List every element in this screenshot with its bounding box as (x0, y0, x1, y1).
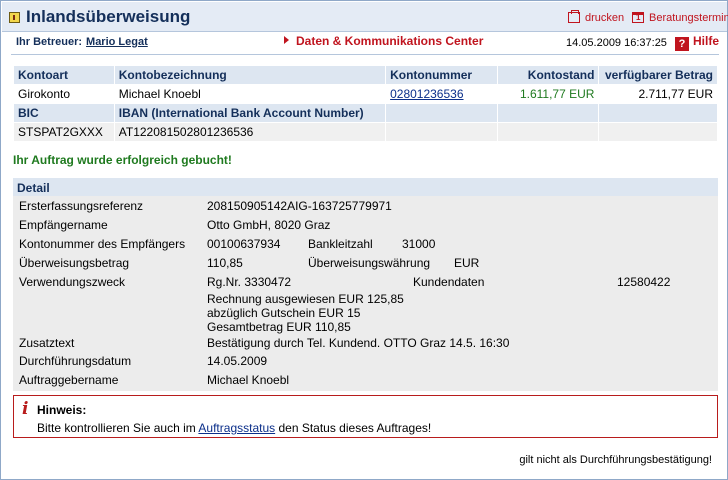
print-button[interactable]: drucken (568, 10, 625, 24)
purpose-label: Verwendungszweck (19, 275, 126, 289)
bic-value: STSPAT2GXXX (14, 123, 114, 141)
iban-value: AT122081502801236536 (114, 123, 386, 141)
client-name-value: Michael Knoebl (207, 373, 290, 387)
bank-code-value: 31000 (402, 237, 436, 251)
recipient-account-value: 00100637934 (207, 237, 281, 251)
info-icon: i (22, 399, 29, 419)
account-table: Kontoart Kontobezeichnung Kontonummer Ko… (13, 65, 718, 142)
advisor-label: Ihr Betreuer: (16, 36, 83, 48)
account-type: Girokonto (14, 85, 114, 103)
col-header-iban: IBAN (International Bank Account Number) (114, 104, 386, 122)
bank-header-row: BIC IBAN (International Bank Account Num… (14, 104, 717, 122)
col-header-available: verfügbarer Betrag (599, 66, 717, 84)
detail-panel: Detail Ersterfassungsreferenz 2081509051… (13, 178, 718, 391)
help-icon: ? (675, 37, 689, 51)
bank-row: STSPAT2GXXX AT122081502801236536 (14, 123, 717, 141)
account-number-cell: 02801236536 (386, 85, 498, 103)
hint-title: Hinweis: (37, 403, 87, 417)
help-button[interactable]: ? Hilfe (675, 34, 719, 51)
empty-cell (599, 123, 717, 141)
order-status-link[interactable]: Auftragsstatus (198, 421, 275, 435)
account-header-row: Kontoart Kontobezeichnung Kontonummer Ko… (14, 66, 717, 84)
transfer-icon (9, 12, 20, 23)
amount-label: Überweisungsbetrag (19, 256, 130, 270)
appointment-label: Beratungstermin (649, 12, 728, 24)
empty-cell (386, 123, 498, 141)
hint-text-after: den Status dieses Auftrages! (275, 421, 432, 435)
detail-header: Detail (13, 178, 718, 196)
extra-text-label: Zusatztext (19, 336, 75, 350)
col-header-type: Kontoart (14, 66, 114, 84)
recipient-label: Empfängername (19, 218, 108, 232)
hint-text: Bitte kontrollieren Sie auch im Auftrags… (37, 421, 431, 435)
customer-data-value: 12580422 (617, 275, 671, 289)
advisor-link[interactable]: Mario Legat (86, 36, 148, 48)
recipient-value: Otto GmbH, 8020 Graz (207, 218, 331, 232)
datacenter-label: Daten & Kommunikations Center (296, 34, 484, 48)
datacenter-link[interactable]: Daten & Kommunikations Center (284, 34, 483, 48)
account-number-link[interactable]: 02801236536 (390, 87, 463, 101)
arrow-right-icon (284, 36, 289, 44)
reference-label: Ersterfassungsreferenz (19, 199, 144, 213)
extra-text-value: Bestätigung durch Tel. Kundend. OTTO Gra… (207, 336, 510, 350)
customer-data-label: Kundendaten (413, 275, 485, 289)
transfer-window: Inlandsüberweisung drucken Beratungsterm… (0, 0, 728, 480)
empty-cell (498, 123, 599, 141)
purpose-line: Gesamtbetrag EUR 110,85 (207, 320, 351, 334)
account-balance: 1.611,77 EUR (498, 85, 599, 103)
col-header-number: Kontonummer (386, 66, 498, 84)
page-title: Inlandsüberweisung (26, 7, 191, 26)
empty-cell (386, 104, 498, 122)
divider (11, 54, 719, 55)
printer-icon (568, 10, 580, 23)
timestamp: 14.05.2009 16:37:25 (566, 37, 667, 49)
amount-value: 110,85 (207, 256, 243, 270)
advisor-line: Ihr Betreuer: Mario Legat (16, 36, 148, 48)
execution-date-label: Durchführungsdatum (19, 354, 132, 368)
client-name-label: Auftraggebername (19, 373, 119, 387)
reference-value: 208150905142AIG-163725779971 (207, 199, 392, 213)
purpose-line: abzüglich Gutschein EUR 15 (207, 306, 361, 320)
footer-note: gilt nicht als Durchführungsbestätigung! (519, 454, 712, 466)
col-header-balance: Kontostand (498, 66, 599, 84)
account-holder: Michael Knoebl (114, 85, 386, 103)
bank-code-label: Bankleitzahl (308, 237, 373, 251)
help-label: Hilfe (693, 34, 720, 48)
currency-value: EUR (454, 256, 480, 270)
hint-box: i Hinweis: Bitte kontrollieren Sie auch … (13, 395, 718, 438)
title-bar: Inlandsüberweisung drucken Beratungsterm… (2, 2, 728, 32)
empty-cell (498, 104, 599, 122)
empty-cell (599, 104, 717, 122)
purpose-value: Rg.Nr. 3330472 (207, 275, 292, 289)
available-amount: 2.711,77 EUR (599, 85, 717, 103)
currency-label: Überweisungswährung (308, 256, 431, 270)
account-row: Girokonto Michael Knoebl 02801236536 1.6… (14, 85, 717, 103)
calendar-icon (632, 12, 644, 23)
col-header-bic: BIC (14, 104, 114, 122)
print-label: drucken (585, 12, 625, 24)
hint-text-before: Bitte kontrollieren Sie auch im (37, 421, 199, 435)
appointment-button[interactable]: Beratungstermin (632, 12, 728, 24)
execution-date-value: 14.05.2009 (207, 354, 268, 368)
col-header-name: Kontobezeichnung (114, 66, 386, 84)
recipient-account-label: Kontonummer des Empfängers (19, 237, 186, 251)
purpose-line: Rechnung ausgewiesen EUR 125,85 (207, 292, 404, 306)
success-message: Ihr Auftrag wurde erfolgreich gebucht! (13, 153, 232, 167)
